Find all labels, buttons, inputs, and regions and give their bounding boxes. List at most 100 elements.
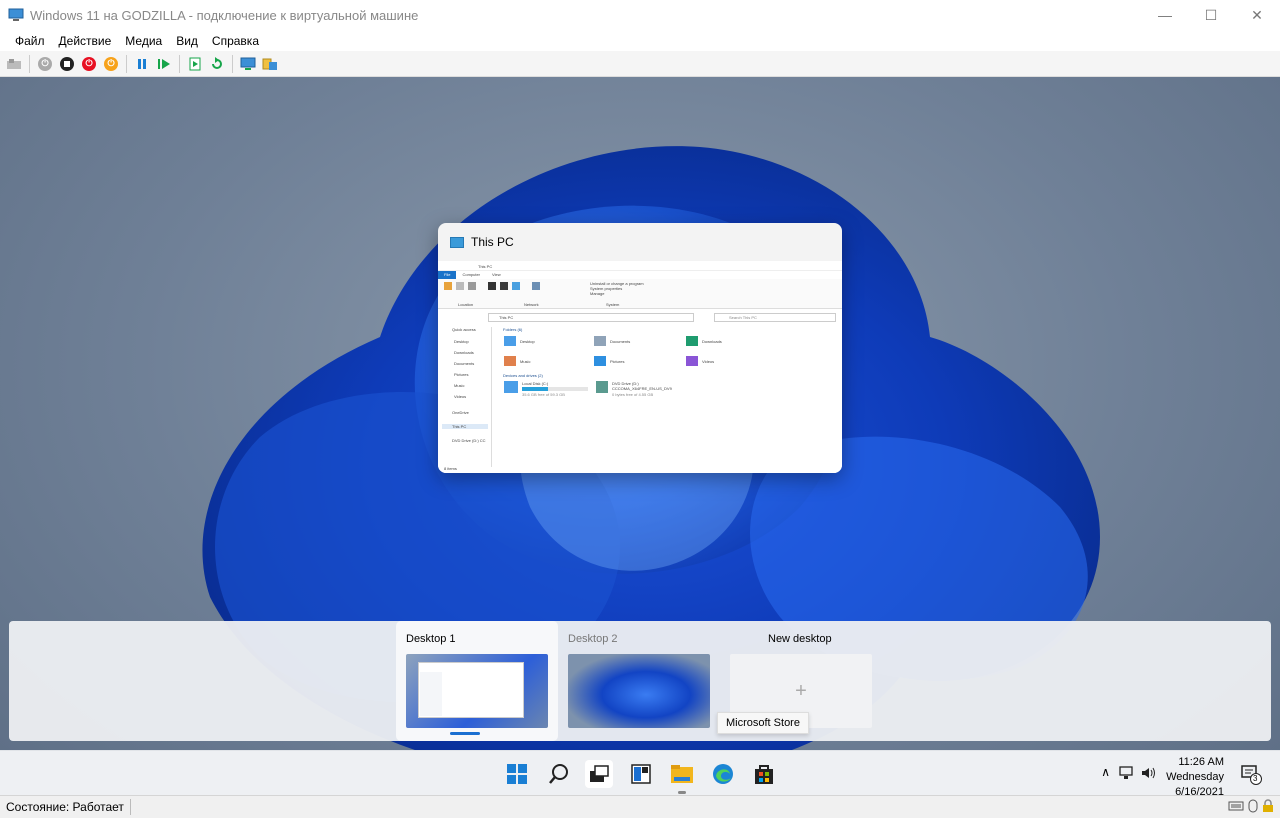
store-icon[interactable] <box>750 760 778 788</box>
menu-action[interactable]: Действие <box>52 34 119 48</box>
vm-connect-icon <box>8 8 24 22</box>
network-icon[interactable] <box>1118 766 1134 783</box>
ribbon-tab-file: File <box>438 271 457 279</box>
local-disk-icon <box>504 381 518 393</box>
menu-bar: Файл Действие Медиа Вид Справка <box>0 30 1280 51</box>
open-icon <box>456 282 464 290</box>
ribbon-manage: Manage <box>590 291 605 296</box>
ribbon-group-system: System <box>606 302 620 307</box>
revert-icon[interactable] <box>208 55 226 73</box>
this-pc-icon <box>450 236 464 248</box>
file-explorer-icon[interactable] <box>668 760 696 788</box>
mouse-icon <box>1248 799 1258 816</box>
folder-music: Music <box>504 356 530 366</box>
drive-c-usage-bar <box>522 387 588 391</box>
folder-documents: Documents <box>594 336 630 346</box>
clock-day: Wednesday <box>1166 771 1224 783</box>
shut-down-icon[interactable]: ⏻ <box>80 55 98 73</box>
desktop-1[interactable]: Desktop 1 <box>396 621 558 741</box>
search-box: Search This PC <box>729 315 757 320</box>
videos-folder-icon <box>686 356 698 366</box>
volume-icon[interactable] <box>1140 766 1156 783</box>
nav-music: Music <box>454 383 465 388</box>
address-bar: This PC <box>499 315 514 320</box>
turn-off-icon[interactable] <box>58 55 76 73</box>
clock[interactable]: 11:26 AM Wednesday 6/16/2021 <box>1166 755 1224 795</box>
search-icon[interactable] <box>545 760 573 788</box>
nav-pictures: Pictures <box>454 372 469 377</box>
ribbon-group-network: Network <box>524 302 539 307</box>
share-icon[interactable] <box>261 55 279 73</box>
vm-display[interactable]: This PC This PC File Computer View Unins… <box>0 77 1280 795</box>
close-button[interactable]: ✕ <box>1234 0 1280 30</box>
notification-count: 3 <box>1253 774 1258 783</box>
save-state-icon[interactable]: ⏻ <box>102 55 120 73</box>
task-view-window[interactable]: This PC This PC File Computer View Unins… <box>438 223 842 473</box>
nav-downloads: Downloads <box>454 350 474 355</box>
nav-pane: Quick access Desktop Downloads Documents… <box>442 327 492 467</box>
minimize-button[interactable]: — <box>1142 0 1188 30</box>
menu-view[interactable]: Вид <box>169 34 205 48</box>
clock-time: 11:26 AM <box>1178 756 1224 768</box>
desktop-1-thumbnail <box>406 654 548 728</box>
items-count: 8 items <box>444 466 457 471</box>
dvd-drive-icon <box>596 381 608 393</box>
ribbon-tab-view: View <box>492 272 501 277</box>
nav-this-pc: This PC <box>442 424 488 429</box>
tray-chevron-icon[interactable]: ∧ <box>1101 765 1110 779</box>
nav-desktop: Desktop <box>454 339 469 344</box>
map-drive-icon <box>500 282 508 290</box>
nav-quick-access: Quick access <box>452 327 476 332</box>
explorer-preview: This PC File Computer View Uninstall or … <box>438 261 842 473</box>
explorer-title: This PC <box>478 264 493 269</box>
nav-dvd-drive: DVD Drive (D:) CC <box>452 438 486 443</box>
pictures-folder-icon <box>594 356 606 366</box>
window-titlebar: Windows 11 на GODZILLA - подключение к в… <box>0 0 1280 30</box>
task-view-icon[interactable] <box>585 760 613 788</box>
folders-header: Folders (6) <box>503 327 523 332</box>
lock-icon <box>1262 799 1274 816</box>
folder-pictures: Pictures <box>594 356 624 366</box>
devices-header: Devices and drives (2) <box>503 373 543 378</box>
task-view-window-title: This PC <box>471 235 514 249</box>
resume-icon[interactable] <box>155 55 173 73</box>
enhanced-session-icon[interactable] <box>239 55 257 73</box>
taskbar: ∧ 11:26 AM Wednesday 6/16/2021 3 <box>0 750 1280 795</box>
widgets-icon[interactable] <box>627 760 655 788</box>
desktop-2[interactable]: Desktop 2 <box>558 621 720 741</box>
downloads-folder-icon <box>686 336 698 346</box>
vm-status-text: Состояние: Работает <box>6 800 124 814</box>
explorer-running-indicator <box>678 791 686 794</box>
store-tooltip: Microsoft Store <box>717 712 809 734</box>
menu-media[interactable]: Медиа <box>118 34 169 48</box>
toolbar-divider <box>126 54 127 73</box>
edge-icon[interactable] <box>709 760 737 788</box>
nav-documents: Documents <box>454 361 475 366</box>
status-divider <box>129 799 131 815</box>
virtual-desktops-bar: Desktop 1 Desktop 2 New desktop + <box>9 621 1271 741</box>
toolbar-divider <box>29 54 30 73</box>
menu-file[interactable]: Файл <box>8 34 52 48</box>
rename-icon <box>468 282 476 290</box>
folder-desktop: Desktop <box>504 336 535 346</box>
new-desktop-label: New desktop <box>768 633 832 645</box>
checkpoint-icon[interactable] <box>186 55 204 73</box>
folder-videos: Videos <box>686 356 714 366</box>
window-title: Windows 11 на GODZILLA - подключение к в… <box>30 7 419 23</box>
properties-icon <box>444 282 452 290</box>
pause-icon[interactable] <box>133 55 151 73</box>
menu-help[interactable]: Справка <box>205 34 266 48</box>
active-desktop-indicator <box>450 732 480 735</box>
start-icon[interactable] <box>503 760 531 788</box>
notifications-icon[interactable]: 3 <box>1240 763 1262 785</box>
network-location-icon <box>512 282 520 290</box>
desktop-1-label: Desktop 1 <box>406 633 456 645</box>
ribbon-group-location: Location <box>458 302 474 307</box>
ctrl-alt-del-icon[interactable] <box>5 55 23 73</box>
desktop-2-label: Desktop 2 <box>568 633 618 645</box>
folder-downloads: Downloads <box>686 336 722 346</box>
nav-videos: Videos <box>454 394 467 399</box>
start-vm-icon[interactable]: ⏻ <box>36 55 54 73</box>
settings-icon <box>532 282 540 290</box>
maximize-button[interactable]: ☐ <box>1188 0 1234 30</box>
